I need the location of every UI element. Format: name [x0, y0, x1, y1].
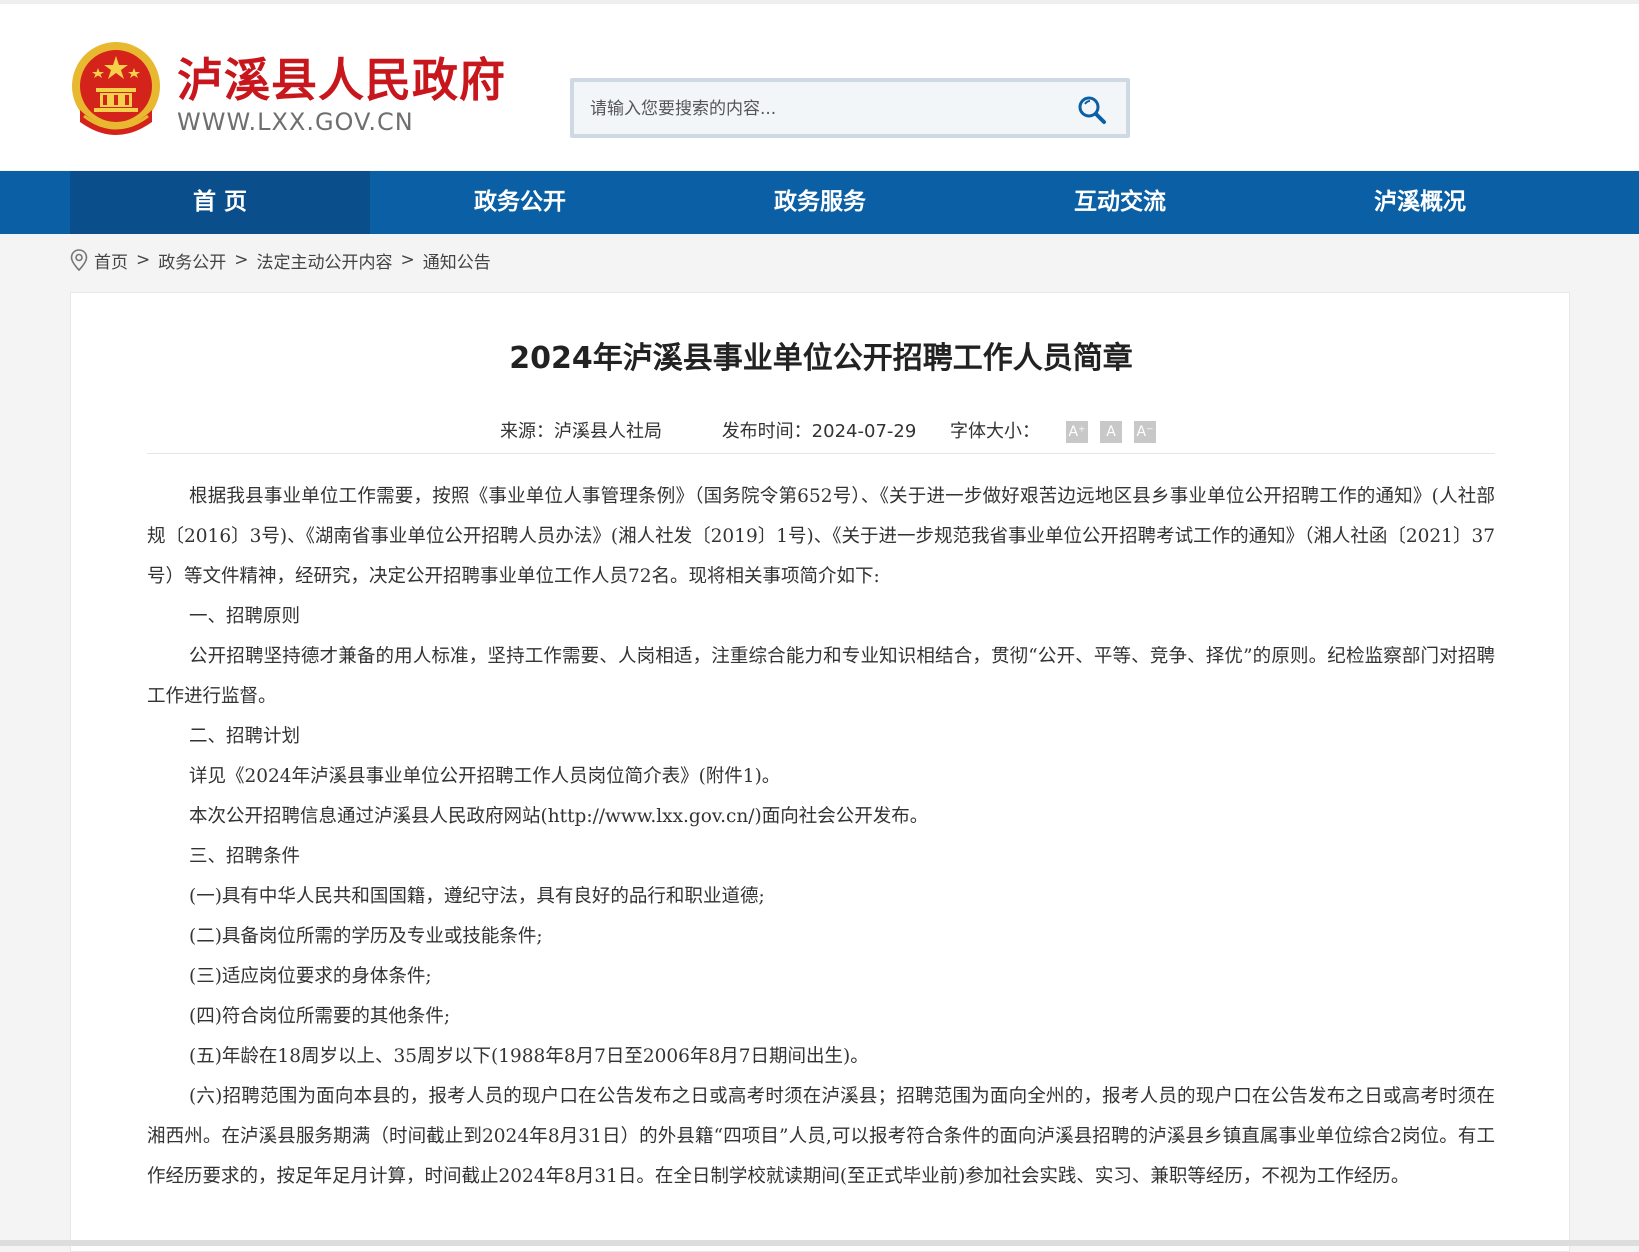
breadcrumb-separator: >	[400, 250, 415, 270]
paragraph-plan-website: 本次公开招聘信息通过泸溪县人民政府网站(http://www.lxx.gov.c…	[189, 806, 929, 827]
section-heading-plan: 二、招聘计划	[189, 726, 301, 747]
article-source: 来源：泸溪县人社局	[499, 421, 662, 442]
main-nav: 首 页 政务公开 政务服务 互动交流 泸溪概况	[0, 171, 1639, 234]
article-body: 根据我县事业单位工作需要，按照《事业单位人事管理条例》（国务院令第652号）、《…	[147, 477, 1495, 1197]
breadcrumb-gov-affairs[interactable]: 政务公开	[158, 248, 226, 273]
font-increase-button[interactable]: A⁺	[1066, 421, 1089, 443]
search-box	[570, 78, 1130, 138]
condition-item: (四)符合岗位所需要的其他条件;	[189, 1006, 451, 1027]
breadcrumb-separator: >	[234, 250, 249, 270]
paragraph-plan-attachment: 详见《2024年泸溪县事业单位公开招聘工作人员岗位简介表》(附件1)。	[189, 766, 781, 787]
window-bottom-edge	[0, 1240, 1639, 1246]
article-publish-time: 发布时间：2024-07-29	[721, 421, 917, 442]
article-title: 2024年泸溪县事业单位公开招聘工作人员简章	[509, 341, 1133, 376]
nav-item-gov-affairs[interactable]: 政务公开	[370, 171, 670, 234]
search-input[interactable]	[588, 92, 1062, 126]
national-emblem-icon	[72, 42, 160, 135]
nav-item-gov-services[interactable]: 政务服务	[670, 171, 970, 234]
font-default-button[interactable]: A	[1100, 421, 1123, 443]
nav-item-home[interactable]: 首 页	[70, 171, 370, 234]
article-card: 2024年泸溪县事业单位公开招聘工作人员简章 来源：泸溪县人社局 发布时间：20…	[70, 292, 1570, 1252]
breadcrumb: 首页 > 政务公开 > 法定主动公开内容 > 通知公告	[70, 246, 491, 274]
breadcrumb-statutory-content[interactable]: 法定主动公开内容	[257, 248, 393, 273]
location-pin-icon	[70, 249, 88, 271]
section-heading-conditions: 三、招聘条件	[189, 846, 301, 867]
font-decrease-button[interactable]: A⁻	[1134, 421, 1157, 443]
article-meta: 来源：泸溪县人社局 发布时间：2024-07-29 字体大小： A⁺ A A⁻	[71, 417, 1571, 447]
divider	[147, 453, 1495, 454]
nav-item-overview[interactable]: 泸溪概况	[1270, 171, 1570, 234]
condition-item: (一)具有中华人民共和国国籍，遵纪守法，具有良好的品行和职业道德;	[189, 886, 765, 907]
breadcrumb-separator: >	[136, 250, 151, 270]
font-size-label: 字体大小：	[950, 421, 1041, 442]
breadcrumb-home[interactable]: 首页	[94, 248, 128, 273]
condition-item: (三)适应岗位要求的身体条件;	[189, 966, 432, 987]
condition-item: (二)具备岗位所需的学历及专业或技能条件;	[189, 926, 543, 947]
site-title[interactable]: 泸溪县人民政府	[177, 44, 506, 110]
section-heading-principles: 一、招聘原则	[189, 606, 301, 627]
breadcrumb-notices[interactable]: 通知公告	[423, 248, 491, 273]
condition-item: (六)招聘范围为面向本县的，报考人员的现户口在公告发布之日或高考时须在泸溪县；招…	[147, 1086, 1495, 1187]
search-icon[interactable]	[1076, 94, 1108, 126]
condition-item: (五)年龄在18周岁以上、35周岁以下(1988年8月7日至2006年8月7日期…	[189, 1046, 869, 1067]
paragraph-intro: 根据我县事业单位工作需要，按照《事业单位人事管理条例》（国务院令第652号）、《…	[147, 486, 1495, 587]
paragraph-principles: 公开招聘坚持德才兼备的用人标准，坚持工作需要、人岗相适，注重综合能力和专业知识相…	[147, 646, 1495, 707]
nav-item-interaction[interactable]: 互动交流	[970, 171, 1270, 234]
site-header: 泸溪县人民政府 WWW.LXX.GOV.CN	[0, 0, 1639, 170]
site-url: WWW.LXX.GOV.CN	[177, 108, 414, 136]
